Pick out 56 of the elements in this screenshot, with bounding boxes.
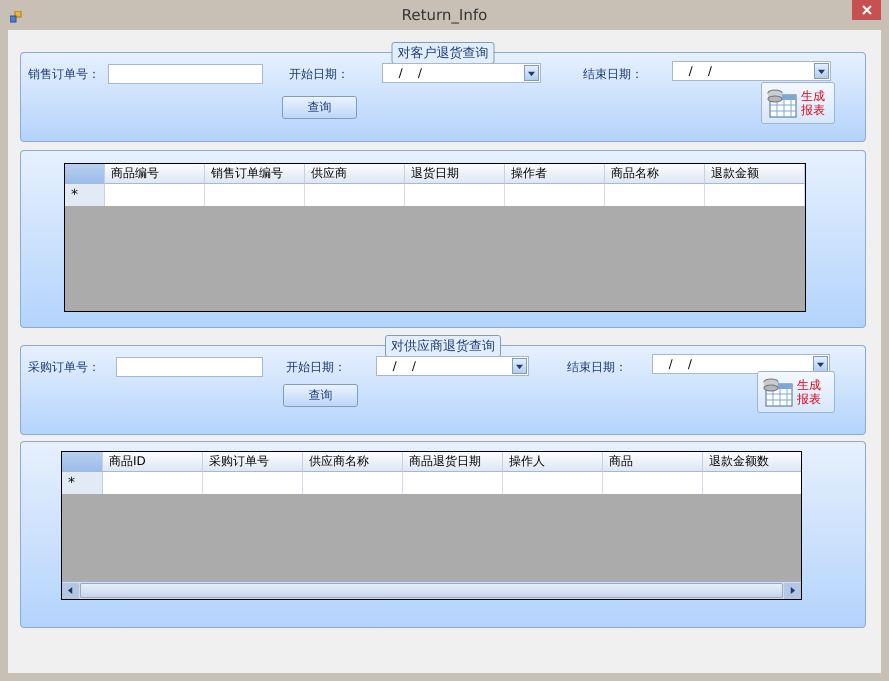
start-date-label: 开始日期： [286,360,346,374]
end-date-label: 结束日期： [567,360,627,374]
left-arrow-icon [67,587,74,594]
query-button[interactable]: 查询 [283,384,358,407]
new-row[interactable]: * [62,472,801,494]
query-button[interactable]: 查询 [282,96,357,119]
column-header[interactable]: 商品编号 [105,164,205,184]
caret-icon [516,362,523,370]
column-header[interactable]: 商品ID [103,452,203,472]
order-number-field[interactable] [108,64,263,84]
horizontal-scrollbar[interactable] [62,581,801,599]
end-date-picker[interactable]: / / [652,354,830,374]
column-header[interactable]: 退款金额数 [703,452,801,472]
end-date-picker[interactable]: / / [672,61,831,81]
spreadsheet-icon [766,87,798,119]
column-header[interactable]: 商品 [603,452,703,472]
order-number-label: 销售订单号： [28,67,100,81]
dropdown-button[interactable] [813,356,828,372]
column-header[interactable]: 退款金额 [705,164,805,184]
end-date-label: 结束日期： [583,67,643,81]
spreadsheet-icon [762,376,794,408]
generate-report-button[interactable]: 生成报表 [757,371,835,413]
order-number-field[interactable] [116,356,263,376]
new-row-marker: * [65,184,105,206]
scroll-left-button[interactable] [62,582,79,598]
column-header[interactable]: 操作人 [503,452,603,472]
column-header[interactable]: 供应商名称 [303,452,403,472]
column-header[interactable]: 采购订单号 [203,452,303,472]
scroll-right-button[interactable] [784,582,801,598]
group-title: 对供应商退货查询 [385,335,501,357]
caret-icon [818,68,825,74]
caret-icon [817,360,824,368]
column-header[interactable]: 操作者 [505,164,605,184]
scroll-thumb[interactable] [80,583,783,598]
column-header[interactable]: 商品退货日期 [403,452,503,472]
app-icon [10,11,22,23]
generate-report-button[interactable]: 生成报表 [761,82,835,124]
right-arrow-icon [789,587,796,594]
order-number-label: 采购订单号： [28,360,100,374]
dropdown-button[interactable] [814,63,829,79]
caret-icon [528,70,535,76]
new-row[interactable]: * [65,184,805,206]
column-header[interactable]: 供应商 [305,164,405,184]
window-title: Return_Info [402,6,488,24]
new-row-marker: * [62,472,103,494]
column-header[interactable]: 退货日期 [405,164,505,184]
close-button[interactable] [852,0,881,20]
column-header[interactable]: 商品名称 [605,164,705,184]
close-icon [862,5,872,15]
start-date-label: 开始日期： [289,67,349,81]
start-date-picker[interactable]: / / [382,63,541,83]
dropdown-button[interactable] [524,65,539,81]
column-header[interactable]: 销售订单编号 [205,164,305,184]
dropdown-button[interactable] [512,358,527,374]
group-title: 对客户退货查询 [392,42,494,64]
start-date-picker[interactable]: / / [376,356,529,376]
